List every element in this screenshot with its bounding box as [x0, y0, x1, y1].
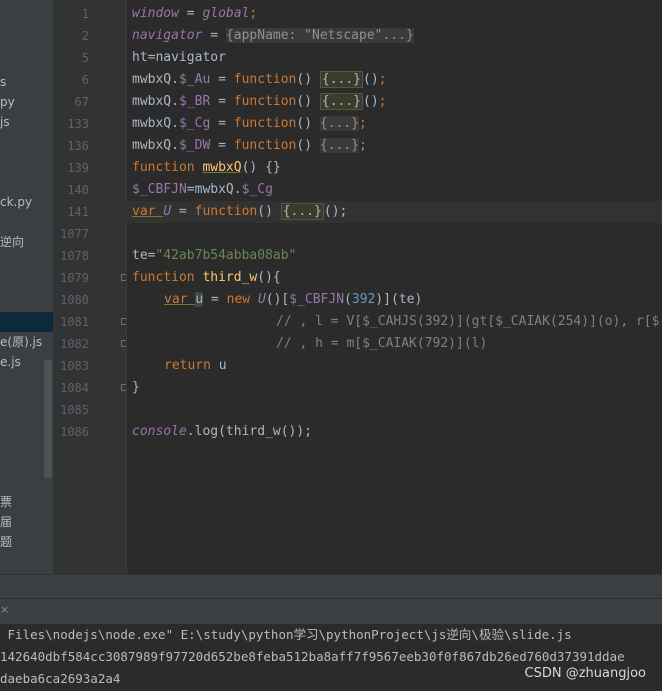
line-number: 1082 — [60, 337, 89, 351]
line-number: 2 — [81, 29, 89, 43]
comment-line: // , l = V[$_CAHJS(392)](gt[$_CAIAK(254)… — [276, 314, 660, 329]
line-number: 1084 — [60, 381, 89, 395]
code-line: function third_w(){ — [132, 270, 281, 285]
code-line: console.log(third_w()); — [132, 424, 313, 439]
folded-region: {...} — [280, 203, 324, 220]
line-number: 1080 — [60, 293, 89, 307]
line-number: 6 — [81, 73, 89, 87]
code-line: return u — [164, 358, 227, 373]
code-editor[interactable]: window = global; navigator = {appName: "… — [127, 0, 662, 574]
code-line: } — [132, 380, 140, 395]
line-number: 1081 — [60, 315, 89, 329]
code-line: te="42ab7b54abba08ab" — [132, 248, 297, 263]
line-number: 140 — [67, 183, 89, 197]
editor-gutter: 1 2 5 6 67 133 136 139 140 141 1077 1078… — [53, 0, 128, 574]
inline-value-hint: {appName: "Netscape"...} — [225, 28, 414, 43]
code-line: var U = function() {...} (); — [132, 203, 348, 220]
tree-item[interactable]: 票 — [0, 492, 12, 512]
editor-bottom-bar — [0, 574, 662, 599]
line-number: 1083 — [60, 359, 89, 373]
line-number: 67 — [74, 95, 89, 109]
ide-window: s py js ck.py 逆向 e(原).js e.js 票 届 题 1 2 … — [0, 0, 662, 691]
line-number: 141 — [67, 205, 89, 219]
tree-item[interactable]: 逆向 — [0, 232, 24, 252]
code-line: $_CBFJN=mwbxQ.$_Cg — [132, 182, 273, 197]
tree-item[interactable]: e(原).js — [0, 332, 42, 352]
project-tree-scrollbar[interactable] — [44, 360, 52, 478]
console-line: daeba6ca2693a2a4 — [0, 671, 121, 686]
close-icon[interactable]: × — [0, 603, 9, 616]
line-number: 1 — [81, 7, 89, 21]
line-number: 1086 — [60, 425, 89, 439]
code-line: mwbxQ.$_Cg = function() {...}; — [132, 116, 367, 131]
line-number: 1085 — [60, 403, 89, 417]
folded-region: {...} — [319, 116, 360, 131]
tree-item[interactable]: js — [0, 112, 10, 132]
tree-item[interactable]: s — [0, 72, 6, 92]
comment-line: // , h = m[$_CAIAK(792)](l) — [276, 336, 488, 351]
line-number: 133 — [67, 117, 89, 131]
watermark: CSDN @zhuangjoo — [524, 666, 646, 681]
line-number: 1078 — [60, 249, 89, 263]
project-tree-panel: s py js ck.py 逆向 e(原).js e.js 票 届 题 — [0, 0, 53, 590]
code-line: var u = new U()[$_CBFJN(392)](te) — [164, 292, 423, 307]
run-panel-toolbar — [0, 598, 662, 625]
tree-item-selected[interactable] — [0, 312, 53, 332]
code-line: function mwbxQ() {} — [132, 160, 281, 175]
code-line: ht=navigator — [132, 50, 226, 65]
folded-region: {...} — [319, 138, 360, 153]
tree-item[interactable]: e.js — [0, 352, 21, 372]
line-number: 139 — [67, 161, 89, 175]
tree-item[interactable]: py — [0, 92, 15, 112]
code-line: mwbxQ.$_DW = function() {...}; — [132, 138, 367, 153]
code-line: mwbxQ.$_Au = function() {...} (); — [132, 71, 387, 88]
line-number: 1079 — [60, 271, 89, 285]
console-line: Files\nodejs\node.exe" E:\study\python学习… — [0, 627, 572, 642]
code-line: window = global; — [132, 6, 258, 21]
tree-item[interactable]: 题 — [0, 532, 12, 552]
folded-region: {...} — [319, 71, 364, 88]
code-line: mwbxQ.$_BR = function() {...} (); — [132, 93, 387, 110]
code-line: navigator = {appName: "Netscape"...} — [132, 28, 414, 43]
tree-item[interactable]: ck.py — [0, 192, 32, 212]
line-number: 136 — [67, 139, 89, 153]
console-line: 142640dbf584cc3087989f97720d652be8feba51… — [0, 649, 625, 664]
line-number: 1077 — [60, 227, 89, 241]
folded-region: {...} — [319, 93, 364, 110]
tree-item[interactable]: 届 — [0, 512, 12, 532]
line-number: 5 — [81, 51, 89, 65]
